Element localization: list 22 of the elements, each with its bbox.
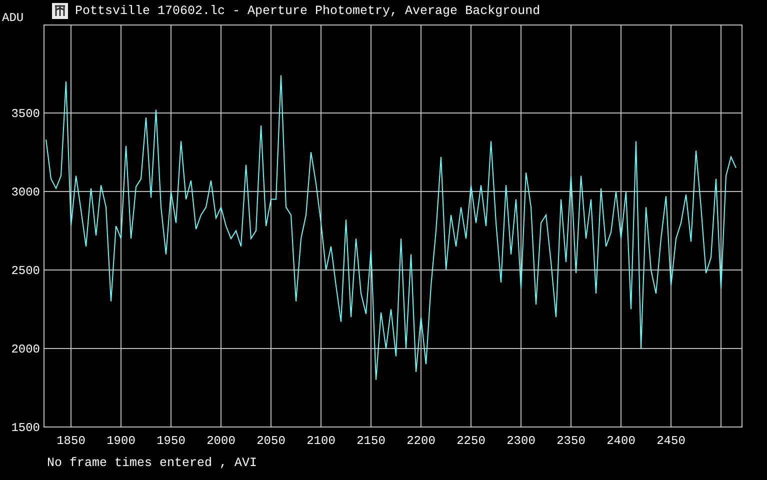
tick-label: 3500 (11, 106, 40, 121)
tick-label: 2300 (506, 434, 536, 448)
status-text: No frame times entered , AVI (47, 456, 258, 470)
tick-label: 2100 (306, 434, 336, 448)
tick-label: 2250 (456, 434, 486, 448)
window-title: Pottsville 170602.lc - Aperture Photometry, Average Background (75, 4, 540, 18)
tick-label: 2050 (256, 434, 286, 448)
tick-label: 2150 (356, 434, 386, 448)
axis-label: ADU (2, 11, 25, 25)
tick-label: 2450 (656, 434, 686, 448)
tick-label: 1900 (106, 434, 136, 448)
tick-label: 2500 (11, 264, 40, 278)
tick-label: 2000 (206, 434, 236, 448)
app-icon (52, 3, 68, 19)
tick-label: 1950 (156, 434, 186, 448)
tick-label: 2350 (556, 434, 586, 448)
tick-label: 3000 (11, 185, 40, 200)
tick-label: 1500 (11, 421, 40, 435)
tick-label: 2400 (606, 434, 636, 448)
tick-label: 1850 (56, 434, 86, 448)
tick-label: 2200 (406, 434, 436, 448)
tick-label: 2000 (11, 342, 40, 356)
